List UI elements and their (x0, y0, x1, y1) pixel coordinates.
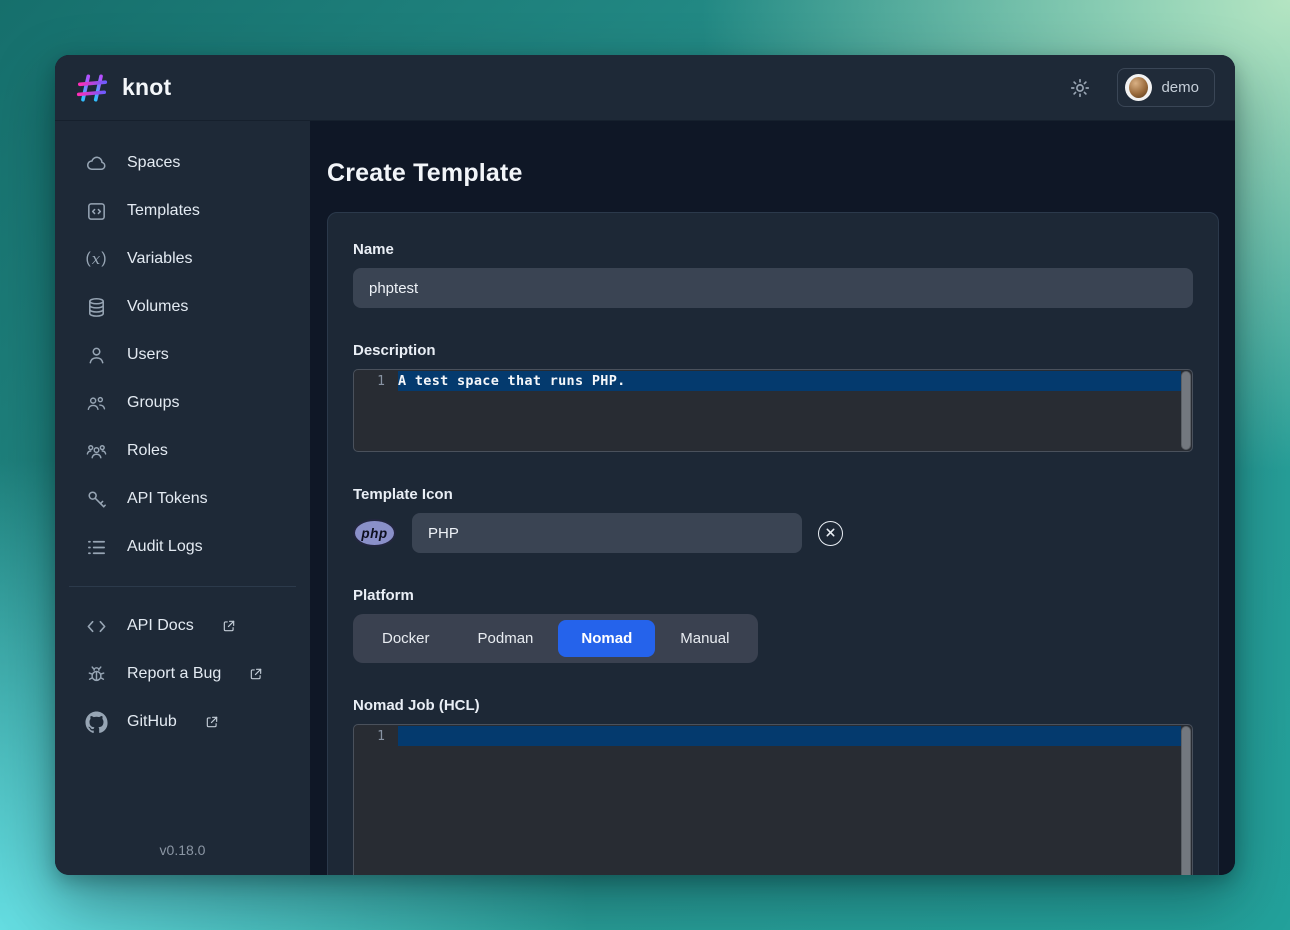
sidebar-item-label: Users (127, 346, 169, 363)
app-window: knot demo Spaces Templates (x) Variabl… (55, 55, 1235, 875)
platform-field-group: Platform Docker Podman Nomad Manual (353, 587, 1193, 663)
database-icon (85, 296, 108, 319)
user-menu-button[interactable]: demo (1117, 68, 1215, 107)
description-label: Description (353, 342, 436, 359)
github-icon (85, 710, 108, 734)
close-icon (826, 528, 835, 537)
users-icon (85, 392, 108, 415)
user-icon (85, 344, 108, 367)
template-code-icon (85, 200, 108, 223)
page-title: Create Template (327, 159, 523, 187)
sidebar-link-github[interactable]: GitHub (55, 698, 310, 746)
line-number: 1 (377, 728, 385, 744)
editor-scrollbar[interactable] (1181, 371, 1191, 450)
main-content: Create Template Name Description 1 A tes… (310, 121, 1235, 875)
editor-active-line: 1 (354, 726, 1192, 746)
brand[interactable]: knot (75, 71, 171, 105)
sidebar-item-roles[interactable]: Roles (55, 427, 310, 475)
list-icon (85, 536, 108, 559)
platform-segmented-control: Docker Podman Nomad Manual (353, 614, 759, 663)
key-icon (85, 488, 108, 511)
platform-label: Platform (353, 587, 414, 604)
description-field-group: Description 1 A test space that runs PHP… (353, 342, 1193, 452)
sidebar-item-audit-logs[interactable]: Audit Logs (55, 523, 310, 571)
sidebar-item-volumes[interactable]: Volumes (55, 283, 310, 331)
sidebar-item-variables[interactable]: (x) Variables (55, 235, 310, 283)
variable-icon: (x) (85, 250, 108, 268)
name-input[interactable] (353, 268, 1193, 308)
bug-icon (85, 663, 108, 686)
nomad-job-code-editor[interactable]: 1 (353, 724, 1193, 875)
user-avatar (1125, 74, 1153, 101)
active-line-highlight (398, 726, 1181, 746)
platform-option-podman[interactable]: Podman (455, 620, 557, 657)
name-label: Name (353, 241, 394, 258)
sidebar-item-groups[interactable]: Groups (55, 379, 310, 427)
cloud-icon (85, 152, 108, 175)
brand-name: knot (122, 74, 172, 100)
template-icon-input[interactable] (412, 513, 802, 553)
sidebar-link-report-bug[interactable]: Report a Bug (55, 650, 310, 698)
sidebar-item-label: Spaces (127, 154, 181, 171)
nomad-job-label: Nomad Job (HCL) (353, 697, 480, 714)
sidebar-link-label: GitHub (127, 713, 177, 730)
sidebar-item-api-tokens[interactable]: API Tokens (55, 475, 310, 523)
sidebar-item-label: Groups (127, 394, 180, 411)
description-code-editor[interactable]: 1 A test space that runs PHP. (353, 369, 1193, 452)
editor-active-line: 1 A test space that runs PHP. (354, 371, 1192, 391)
sidebar-link-label: API Docs (127, 617, 194, 634)
clear-icon-button[interactable] (818, 520, 843, 546)
code-icon (85, 615, 108, 638)
users-group-icon (85, 440, 108, 463)
sidebar-item-templates[interactable]: Templates (55, 187, 310, 235)
description-text: A test space that runs PHP. (398, 373, 626, 389)
php-logo-icon: php (353, 519, 396, 547)
name-field-group: Name (353, 241, 1193, 308)
external-link-icon (249, 667, 263, 681)
header-actions: demo (1069, 68, 1215, 107)
sidebar-link-label: Report a Bug (127, 665, 222, 682)
sidebar-item-label: Variables (127, 250, 193, 267)
sidebar-item-label: Audit Logs (127, 538, 203, 555)
external-link-icon (205, 715, 219, 729)
sidebar-item-label: Templates (127, 202, 200, 219)
knot-logo-icon (75, 71, 109, 105)
line-number: 1 (377, 373, 385, 389)
app-header: knot demo (55, 55, 1235, 121)
sidebar-item-users[interactable]: Users (55, 331, 310, 379)
editor-scrollbar[interactable] (1181, 726, 1191, 875)
sidebar-link-api-docs[interactable]: API Docs (55, 602, 310, 650)
sidebar: Spaces Templates (x) Variables Volumes U… (55, 121, 310, 875)
nomad-job-field-group: Nomad Job (HCL) 1 (353, 697, 1193, 875)
create-template-form-card: Name Description 1 A test space that run… (327, 212, 1219, 875)
app-version: v0.18.0 (159, 842, 206, 858)
theme-toggle-sun-icon[interactable] (1069, 77, 1091, 99)
sidebar-divider (69, 586, 296, 587)
platform-option-docker[interactable]: Docker (359, 620, 453, 657)
template-icon-field-group: Template Icon php (353, 486, 1193, 553)
sidebar-item-label: API Tokens (127, 490, 208, 507)
user-name: demo (1161, 79, 1199, 96)
platform-option-nomad[interactable]: Nomad (558, 620, 656, 657)
sidebar-item-label: Roles (127, 442, 168, 459)
sidebar-item-label: Volumes (127, 298, 189, 315)
external-link-icon (222, 619, 236, 633)
template-icon-label: Template Icon (353, 486, 453, 503)
body-row: Spaces Templates (x) Variables Volumes U… (55, 121, 1235, 875)
sidebar-item-spaces[interactable]: Spaces (55, 139, 310, 187)
platform-option-manual[interactable]: Manual (657, 620, 752, 657)
